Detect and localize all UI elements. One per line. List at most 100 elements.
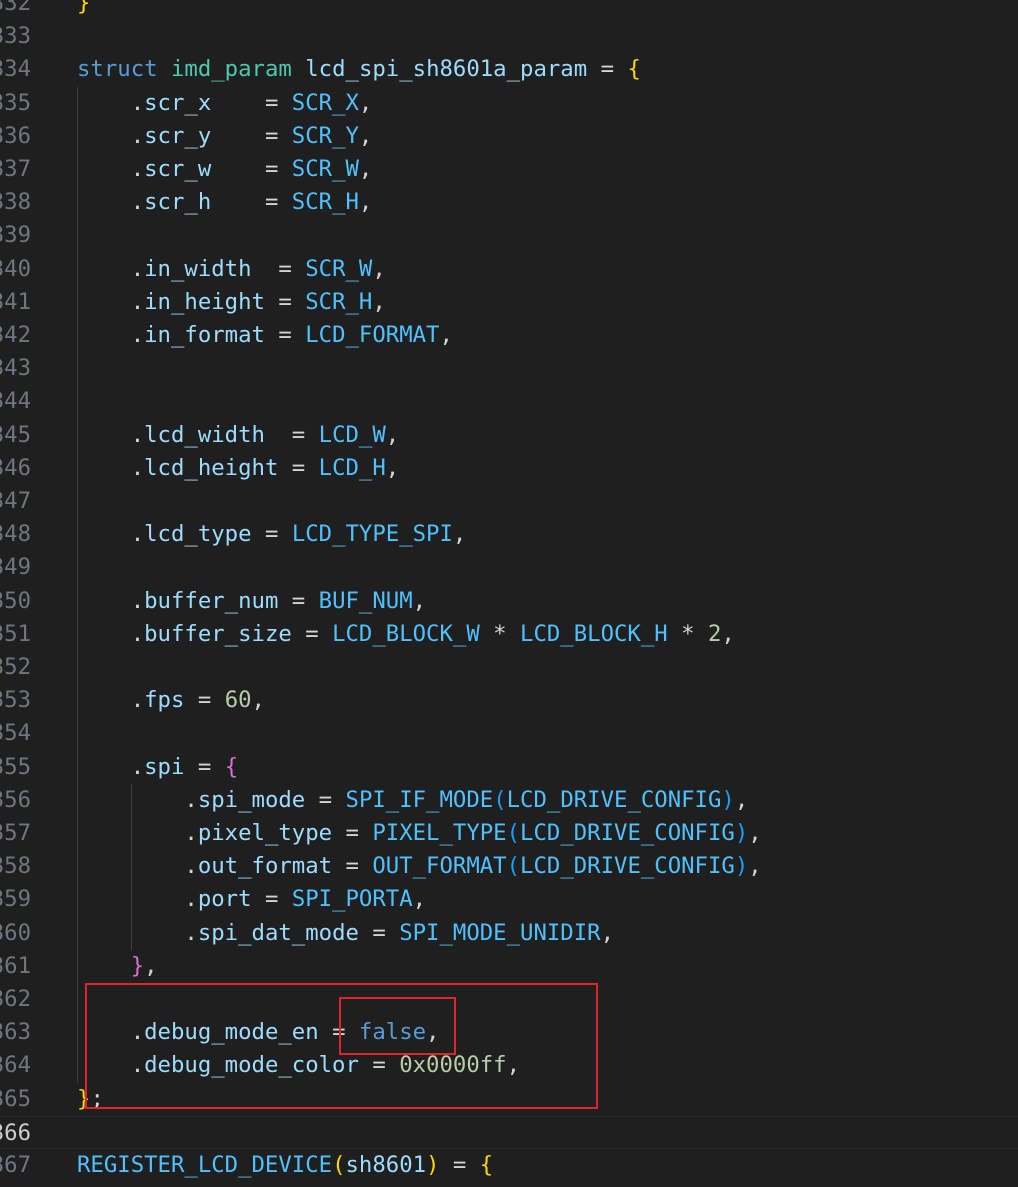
- code-line[interactable]: 350 .buffer_num = BUF_NUM,: [0, 585, 1018, 618]
- code-token: SPI_MODE_UNIDIR: [399, 919, 601, 946]
- line-number: 342: [0, 322, 31, 348]
- code-token: ,: [385, 454, 400, 481]
- code-token: LCD_DRIVE_CONFIG: [506, 786, 722, 813]
- code-line[interactable]: 367 REGISTER_LCD_DEVICE(sh8601) = {: [0, 1149, 1018, 1182]
- highlight-box-false-value: [339, 997, 456, 1055]
- code-token: lcd_height: [144, 454, 279, 481]
- code-token: .: [77, 454, 145, 481]
- code-line[interactable]: 336 .scr_y = SCR_Y,: [0, 120, 1018, 153]
- line-number: 334: [0, 56, 31, 83]
- code-line[interactable]: 347: [0, 485, 1018, 518]
- line-number: 347: [0, 488, 31, 514]
- code-token: =: [332, 820, 373, 846]
- code-line[interactable]: 352: [0, 651, 1018, 684]
- code-line[interactable]: 341 .in_height = SCR_H,: [0, 286, 1018, 319]
- code-token: ,: [358, 189, 373, 216]
- code-line[interactable]: 342 .in_format = LCD_FORMAT,: [0, 319, 1018, 352]
- code-token: .: [77, 521, 145, 548]
- code-token: .: [77, 687, 145, 714]
- code-token: =: [264, 322, 306, 348]
- code-line[interactable]: 357 .pixel_type = PIXEL_TYPE(LCD_DRIVE_C…: [0, 817, 1018, 850]
- code-line[interactable]: 337 .scr_w = SCR_W,: [0, 153, 1018, 186]
- code-token: in_height: [144, 288, 265, 315]
- code-token: {: [224, 753, 239, 780]
- code-token: in_format: [144, 322, 265, 348]
- code-token: {: [627, 56, 641, 83]
- code-line[interactable]: 339: [0, 219, 1018, 252]
- code-text: },: [77, 950, 158, 983]
- line-number: 357: [0, 820, 31, 846]
- code-text: .in_width = SCR_W,: [77, 253, 386, 286]
- code-token: spi_dat_mode: [197, 919, 359, 946]
- code-token: SPI_PORTA: [291, 886, 413, 913]
- code-line[interactable]: 360 .spi_dat_mode = SPI_MODE_UNIDIR,: [0, 917, 1018, 950]
- code-line[interactable]: 338 .scr_h = SCR_H,: [0, 186, 1018, 219]
- code-token: sh8601: [345, 1152, 427, 1178]
- code-line[interactable]: 340 .in_width = SCR_W,: [0, 253, 1018, 286]
- code-token: .: [77, 421, 145, 448]
- code-token: *: [667, 620, 708, 647]
- code-text: .spi_mode = SPI_IF_MODE(LCD_DRIVE_CONFIG…: [77, 784, 748, 817]
- code-token: =: [251, 521, 292, 548]
- code-token: =: [278, 587, 319, 614]
- code-line[interactable]: 332}: [0, 0, 1018, 20]
- code-line[interactable]: 359 .port = SPI_PORTA,: [0, 883, 1018, 916]
- line-number: 352: [0, 654, 31, 680]
- code-token: ,: [144, 952, 158, 979]
- code-text: .fps = 60,: [77, 684, 265, 717]
- code-line[interactable]: 335 .scr_x = SCR_X,: [0, 87, 1018, 120]
- code-token: LCD_DRIVE_CONFIG: [520, 853, 735, 880]
- code-text: REGISTER_LCD_DEVICE(sh8601) = {: [77, 1149, 493, 1182]
- code-line[interactable]: 333: [0, 20, 1018, 53]
- line-number: 361: [0, 952, 31, 979]
- code-token: ,: [251, 687, 265, 714]
- code-token: ,: [372, 255, 386, 282]
- code-text: struct imd_param lcd_spi_sh8601a_param =…: [77, 53, 641, 86]
- code-token: SCR_W: [305, 255, 373, 282]
- code-line[interactable]: 353 .fps = 60,: [0, 684, 1018, 717]
- line-number: 351: [0, 620, 31, 647]
- code-line[interactable]: 343: [0, 352, 1018, 385]
- line-number: 355: [0, 753, 31, 780]
- code-token: =: [211, 122, 292, 149]
- code-line[interactable]: 348 .lcd_type = LCD_TYPE_SPI,: [0, 518, 1018, 551]
- code-line[interactable]: 355 .spi = {: [0, 751, 1018, 784]
- code-token: scr_y: [144, 122, 212, 149]
- code-line[interactable]: 345 .lcd_width = LCD_W,: [0, 419, 1018, 452]
- code-text: .lcd_width = LCD_W,: [77, 419, 400, 452]
- code-token: ,: [439, 322, 453, 348]
- code-token: ,: [721, 620, 735, 647]
- code-text: .spi_dat_mode = SPI_MODE_UNIDIR,: [77, 917, 614, 950]
- code-line[interactable]: 344: [0, 385, 1018, 418]
- code-line[interactable]: 361 },: [0, 950, 1018, 983]
- line-number: 350: [0, 587, 31, 614]
- code-line[interactable]: 346 .lcd_height = LCD_H,: [0, 452, 1018, 485]
- code-line[interactable]: 334 struct imd_param lcd_spi_sh8601a_para…: [0, 53, 1018, 86]
- code-token: .: [77, 156, 145, 182]
- code-token: .: [77, 853, 198, 880]
- code-token: lcd_type: [144, 521, 252, 548]
- line-number: 348: [0, 521, 31, 548]
- code-token: =: [332, 853, 373, 880]
- code-text: .buffer_size = LCD_BLOCK_W * LCD_BLOCK_H…: [77, 618, 735, 651]
- code-line[interactable]: 351 .buffer_size = LCD_BLOCK_W * LCD_BLO…: [0, 618, 1018, 651]
- code-text: .lcd_type = LCD_TYPE_SPI,: [77, 518, 467, 551]
- code-line[interactable]: 366: [0, 1115, 1018, 1149]
- code-line[interactable]: 356 .spi_mode = SPI_IF_MODE(LCD_DRIVE_CO…: [0, 784, 1018, 817]
- code-line[interactable]: 354: [0, 717, 1018, 750]
- code-line[interactable]: 349: [0, 551, 1018, 584]
- line-number: 337: [0, 156, 31, 182]
- code-token: =: [264, 288, 306, 315]
- code-token: .: [77, 89, 145, 116]
- line-number: 358: [0, 853, 31, 880]
- line-number: 367: [0, 1152, 31, 1178]
- code-token: fps: [144, 687, 185, 714]
- code-token: spi: [144, 753, 185, 780]
- code-line[interactable]: 358 .out_format = OUT_FORMAT(LCD_DRIVE_C…: [0, 850, 1018, 883]
- code-token: scr_w: [144, 156, 212, 182]
- code-token: ,: [412, 886, 427, 913]
- code-token: SCR_Y: [291, 122, 359, 149]
- code-editor[interactable]: 332} 333 334 struct imd_param lcd_spi_sh860…: [0, 0, 1018, 1187]
- line-number: 346: [0, 454, 31, 481]
